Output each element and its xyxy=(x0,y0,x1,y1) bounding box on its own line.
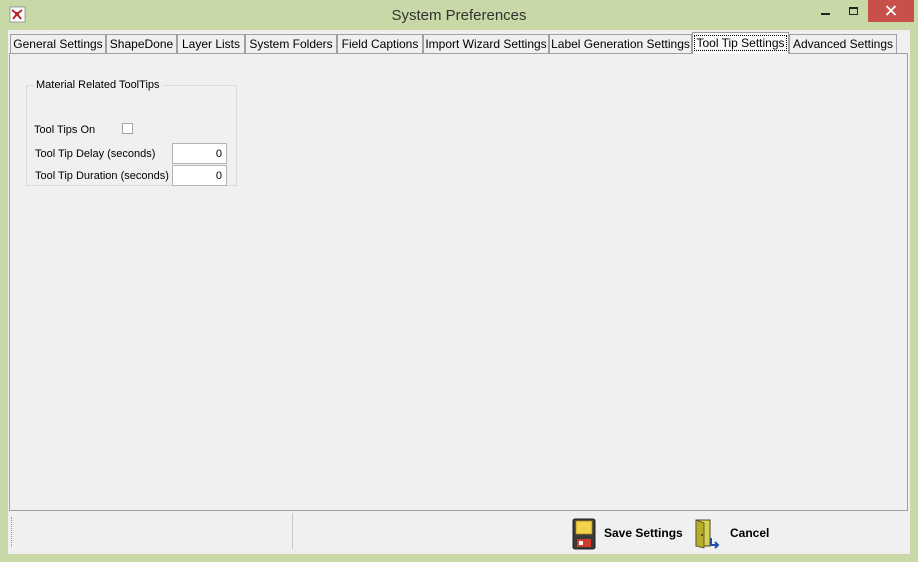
bottom-bar: Save Settings Cancel xyxy=(8,512,910,554)
tab-import-wizard-settings[interactable]: Import Wizard Settings xyxy=(423,34,549,53)
close-icon xyxy=(885,5,897,16)
tab-label: Field Captions xyxy=(341,37,419,51)
tooltip-duration-input[interactable] xyxy=(172,165,227,186)
title-bar[interactable]: System Preferences xyxy=(0,0,918,30)
floppy-disk-icon xyxy=(572,518,596,550)
tool-tip-settings-panel: Material Related ToolTips Tool Tips On T… xyxy=(9,53,908,511)
tab-label: Tool Tip Settings xyxy=(694,35,787,51)
tooltips-on-checkbox[interactable] xyxy=(122,123,133,134)
tab-label: General Settings xyxy=(13,37,103,51)
group-legend: Material Related ToolTips xyxy=(34,79,162,91)
tab-shapedone[interactable]: ShapeDone xyxy=(106,34,177,53)
tab-general-settings[interactable]: General Settings xyxy=(10,34,106,53)
exit-door-icon xyxy=(695,519,720,549)
tab-label: Layer Lists xyxy=(181,37,241,51)
client-area: General Settings ShapeDone Layer Lists S… xyxy=(8,30,910,554)
tooltips-on-label: Tool Tips On xyxy=(34,124,96,136)
tab-label: ShapeDone xyxy=(109,37,174,51)
tab-label-generation-settings[interactable]: Label Generation Settings xyxy=(549,34,692,53)
maximize-icon xyxy=(849,7,858,15)
cancel-label: Cancel xyxy=(730,526,770,540)
tab-label: Label Generation Settings xyxy=(551,37,690,51)
save-settings-label: Save Settings xyxy=(604,526,683,540)
tab-system-folders[interactable]: System Folders xyxy=(245,34,337,53)
grip-divider xyxy=(11,517,14,547)
window-title: System Preferences xyxy=(391,7,527,24)
maximize-button[interactable] xyxy=(840,0,868,22)
tab-label: Import Wizard Settings xyxy=(425,37,547,51)
tab-tool-tip-settings[interactable]: Tool Tip Settings xyxy=(692,32,789,54)
system-preferences-window: System Preferences General Settings Shap… xyxy=(0,0,918,562)
tab-strip: General Settings ShapeDone Layer Lists S… xyxy=(8,30,910,55)
tab-field-captions[interactable]: Field Captions xyxy=(337,34,423,53)
tab-label: System Folders xyxy=(249,37,333,51)
tab-advanced-settings[interactable]: Advanced Settings xyxy=(789,34,897,53)
tooltip-delay-label: Tool Tip Delay (seconds) xyxy=(35,148,156,160)
status-panel xyxy=(10,513,293,549)
tab-layer-lists[interactable]: Layer Lists xyxy=(177,34,245,53)
close-button[interactable] xyxy=(868,0,914,22)
tooltip-delay-input[interactable] xyxy=(172,143,227,164)
tab-label: Advanced Settings xyxy=(792,37,894,51)
cancel-button[interactable]: Cancel xyxy=(694,518,774,549)
tooltip-duration-label: Tool Tip Duration (seconds) xyxy=(35,170,169,182)
minimize-icon xyxy=(821,13,830,15)
save-settings-button[interactable]: Save Settings xyxy=(572,518,686,550)
minimize-button[interactable] xyxy=(812,0,840,22)
